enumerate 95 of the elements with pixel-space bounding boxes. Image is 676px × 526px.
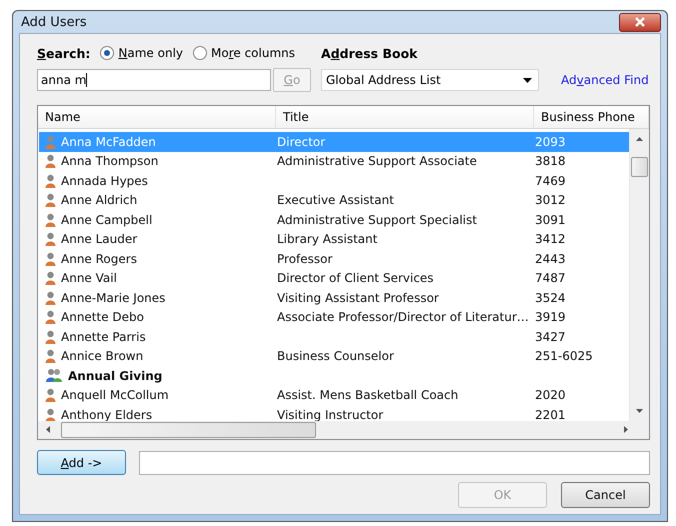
phone-cell: 2020 (535, 388, 566, 402)
search-option-radio[interactable]: Name only (100, 46, 184, 60)
title-cell: Professor (277, 252, 332, 266)
name-cell: Anne Lauder (61, 232, 138, 246)
name-cell: Anne Campbell (61, 212, 152, 227)
user-row[interactable]: Anthony Elders Visiting Instructor 2201 (39, 405, 629, 421)
title-cell: Business Counselor (277, 349, 394, 364)
phone-cell: 3012 (535, 193, 566, 208)
phone-cell: 3524 (535, 290, 566, 305)
title-cell: Executive Assistant (277, 193, 394, 208)
person-icon (45, 290, 56, 305)
name-cell: Anne Aldrich (61, 193, 138, 208)
user-row[interactable]: Annada Hypes 7469 (39, 171, 629, 190)
user-row[interactable]: Anne Aldrich Executive Assistant 3012 (39, 190, 629, 210)
phone-cell: 3818 (535, 154, 566, 168)
title-cell: Library Assistant (277, 232, 378, 246)
phone-cell: 2201 (535, 408, 566, 421)
title-cell: Director (277, 134, 326, 149)
person-icon (45, 408, 56, 421)
user-row[interactable]: Annual Giving (39, 366, 629, 386)
person-icon (45, 134, 56, 149)
title-cell: Assist. Mens Basketball Coach (277, 388, 458, 402)
person-icon (45, 154, 56, 168)
title-cell: Director of Client Services (277, 271, 434, 286)
close-icon (634, 17, 646, 27)
user-row[interactable]: Anquell McCollum Assist. Mens Basketball Coach 2020 (39, 386, 629, 405)
name-cell: Anthony Elders (61, 408, 152, 421)
search-field[interactable]: anna m (37, 69, 271, 91)
person-icon (45, 330, 56, 344)
scroll-thumb[interactable] (61, 422, 316, 438)
column-header[interactable]: Name (38, 106, 276, 128)
user-row[interactable]: Annice Brown Business Counselor 251-6025 (39, 346, 629, 366)
person-icon (45, 174, 56, 188)
scroll-right-icon[interactable] (624, 426, 628, 433)
advanced-find-link[interactable]: Advanced Find (561, 73, 649, 87)
title-cell: Associate Professor/Director of Literatur… (277, 310, 529, 324)
close-button[interactable] (619, 12, 661, 32)
title-cell: Visiting Assistant Professor (277, 290, 439, 305)
name-cell: Anna Thompson (61, 154, 158, 168)
recipients-field[interactable] (139, 450, 650, 474)
address-book-dropdown[interactable]: Global Address List (321, 69, 539, 91)
vertical-scrollbar[interactable] (629, 129, 649, 421)
name-cell: Anquell McCollum (61, 388, 169, 402)
group-icon (45, 368, 63, 384)
name-cell: Annette Debo (61, 310, 144, 324)
scroll-down-icon[interactable] (636, 409, 643, 413)
user-row[interactable]: Anne Campbell Administrative Support Specialist 3091 (39, 210, 629, 230)
phone-cell: 7487 (535, 271, 566, 286)
user-row[interactable]: Anne Vail Director of Client Services 7487 (39, 268, 629, 288)
phone-cell: 2093 (535, 134, 566, 149)
dialog-button[interactable]: Cancel (561, 482, 650, 508)
person-icon (45, 271, 56, 286)
name-cell: Annette Parris (61, 330, 146, 344)
horizontal-scrollbar[interactable] (38, 421, 649, 439)
person-icon (45, 193, 56, 208)
scroll-up-icon[interactable] (636, 137, 643, 141)
phone-cell: 251-6025 (535, 349, 593, 364)
user-row[interactable]: Anna Thompson Administrative Support Associate 3818 (39, 152, 629, 171)
name-cell: Anne Vail (61, 271, 117, 286)
user-row[interactable]: Annette Debo Associate Professor/Director of Literatur… 3919 (39, 308, 629, 327)
scroll-thumb[interactable] (631, 157, 648, 177)
column-header[interactable]: Business Phone (534, 106, 649, 128)
phone-cell: 3427 (535, 330, 566, 344)
dropdown-caret-icon (523, 78, 532, 82)
column-header[interactable]: Title (276, 106, 534, 128)
person-icon (45, 212, 56, 227)
name-cell: Anna McFadden (61, 134, 156, 149)
title-cell: Visiting Instructor (277, 408, 384, 421)
phone-cell: 2443 (535, 252, 566, 266)
search-option-radio[interactable]: More columns (193, 46, 296, 60)
name-cell: Anne-Marie Jones (61, 290, 166, 305)
name-cell: Annice Brown (61, 349, 144, 364)
user-row[interactable]: Anne Rogers Professor 2443 (39, 249, 629, 268)
title-cell: Administrative Support Associate (277, 154, 477, 168)
name-cell: Annual Giving (68, 368, 162, 383)
add-button[interactable]: Add -> (37, 450, 126, 475)
scroll-left-icon[interactable] (46, 426, 50, 433)
window-title: Add Users (20, 14, 87, 30)
phone-cell: 3412 (535, 232, 566, 246)
name-cell: Anne Rogers (61, 252, 137, 266)
search-label: Search: (37, 46, 90, 60)
person-icon (45, 310, 56, 324)
user-row[interactable]: Anne Lauder Library Assistant 3412 (39, 230, 629, 249)
person-icon (45, 232, 56, 246)
person-icon (45, 349, 56, 364)
address-book-label: Address Book (321, 46, 418, 60)
person-icon (45, 388, 56, 402)
phone-cell: 7469 (535, 174, 566, 188)
name-cell: Annada Hypes (61, 174, 148, 188)
phone-cell: 3919 (535, 310, 566, 324)
title-cell: Administrative Support Specialist (277, 212, 477, 227)
person-icon (45, 252, 56, 266)
user-row[interactable]: Anne-Marie Jones Visiting Assistant Professor 3524 (39, 288, 629, 308)
phone-cell: 3091 (535, 212, 566, 227)
user-row[interactable]: Annette Parris 3427 (39, 327, 629, 346)
